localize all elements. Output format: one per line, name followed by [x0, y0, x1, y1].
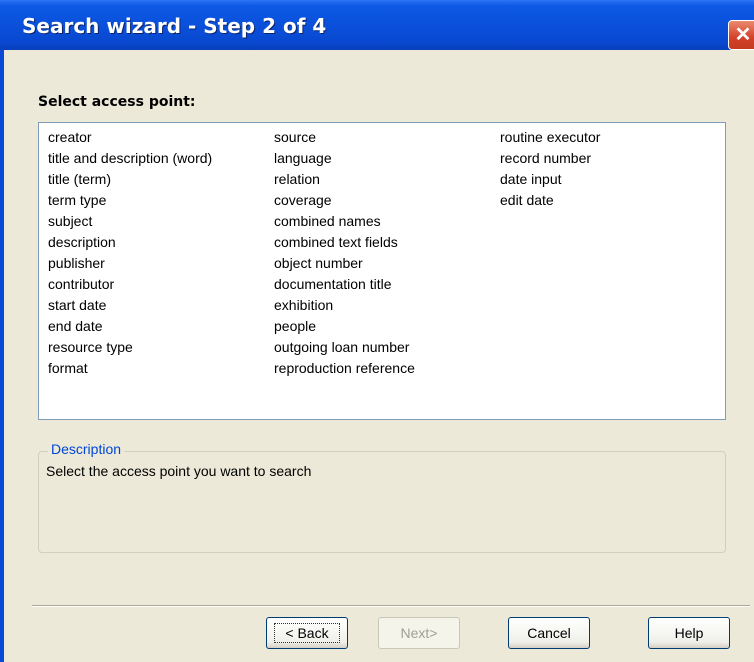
description-text: Select the access point you want to sear…	[46, 463, 312, 479]
wizard-window: Search wizard - Step 2 of 4 ✕ Select acc…	[0, 0, 754, 662]
list-item-source[interactable]: source	[272, 127, 417, 148]
close-icon: ✕	[734, 24, 752, 46]
list-item-exhibition[interactable]: exhibition	[272, 295, 417, 316]
list-item-people[interactable]: people	[272, 316, 417, 337]
list-item-combined-text-fields[interactable]: combined text fields	[272, 232, 417, 253]
list-item-outgoing-loan-number[interactable]: outgoing loan number	[272, 337, 417, 358]
list-item-reproduction-reference[interactable]: reproduction reference	[272, 358, 417, 379]
list-item-edit-date[interactable]: edit date	[498, 190, 602, 211]
list-item-description[interactable]: description	[46, 232, 214, 253]
list-item-coverage[interactable]: coverage	[272, 190, 417, 211]
cancel-button[interactable]: Cancel	[508, 617, 590, 649]
list-item-title-term[interactable]: title (term)	[46, 169, 214, 190]
window-title: Search wizard - Step 2 of 4	[22, 14, 327, 38]
list-item-record-number[interactable]: record number	[498, 148, 602, 169]
list-item-routine-executor[interactable]: routine executor	[498, 127, 602, 148]
back-button[interactable]: < Back	[266, 617, 348, 649]
list-item-start-date[interactable]: start date	[46, 295, 214, 316]
list-item-title-and-description-word[interactable]: title and description (word)	[46, 148, 214, 169]
list-item-object-number[interactable]: object number	[272, 253, 417, 274]
list-item-language[interactable]: language	[272, 148, 417, 169]
next-button[interactable]: Next>	[378, 617, 460, 649]
list-item-contributor[interactable]: contributor	[46, 274, 214, 295]
list-item-end-date[interactable]: end date	[46, 316, 214, 337]
next-button-label: Next>	[400, 625, 438, 641]
cancel-button-label: Cancel	[527, 625, 571, 641]
list-column-3: routine executor record number date inpu…	[498, 127, 602, 211]
list-item-relation[interactable]: relation	[272, 169, 417, 190]
description-legend: Description	[48, 441, 125, 457]
dialog-body: Select access point: creator title and d…	[4, 50, 754, 662]
access-point-list[interactable]: creator title and description (word) tit…	[38, 122, 726, 420]
list-item-combined-names[interactable]: combined names	[272, 211, 417, 232]
help-button-label: Help	[674, 625, 704, 641]
list-item-term-type[interactable]: term type	[46, 190, 214, 211]
list-item-publisher[interactable]: publisher	[46, 253, 214, 274]
list-item-creator[interactable]: creator	[46, 127, 214, 148]
back-button-label: < Back	[274, 623, 340, 643]
list-item-resource-type[interactable]: resource type	[46, 337, 214, 358]
list-column-2: source language relation coverage combin…	[272, 127, 417, 379]
list-item-date-input[interactable]: date input	[498, 169, 602, 190]
close-button[interactable]: ✕	[728, 20, 754, 50]
list-item-subject[interactable]: subject	[46, 211, 214, 232]
list-item-documentation-title[interactable]: documentation title	[272, 274, 417, 295]
access-point-label: Select access point:	[38, 94, 196, 110]
list-column-1: creator title and description (word) tit…	[46, 127, 214, 379]
button-separator	[32, 605, 750, 607]
title-bar[interactable]: Search wizard - Step 2 of 4 ✕	[0, 0, 754, 50]
list-item-format[interactable]: format	[46, 358, 214, 379]
help-button[interactable]: Help	[648, 617, 730, 649]
